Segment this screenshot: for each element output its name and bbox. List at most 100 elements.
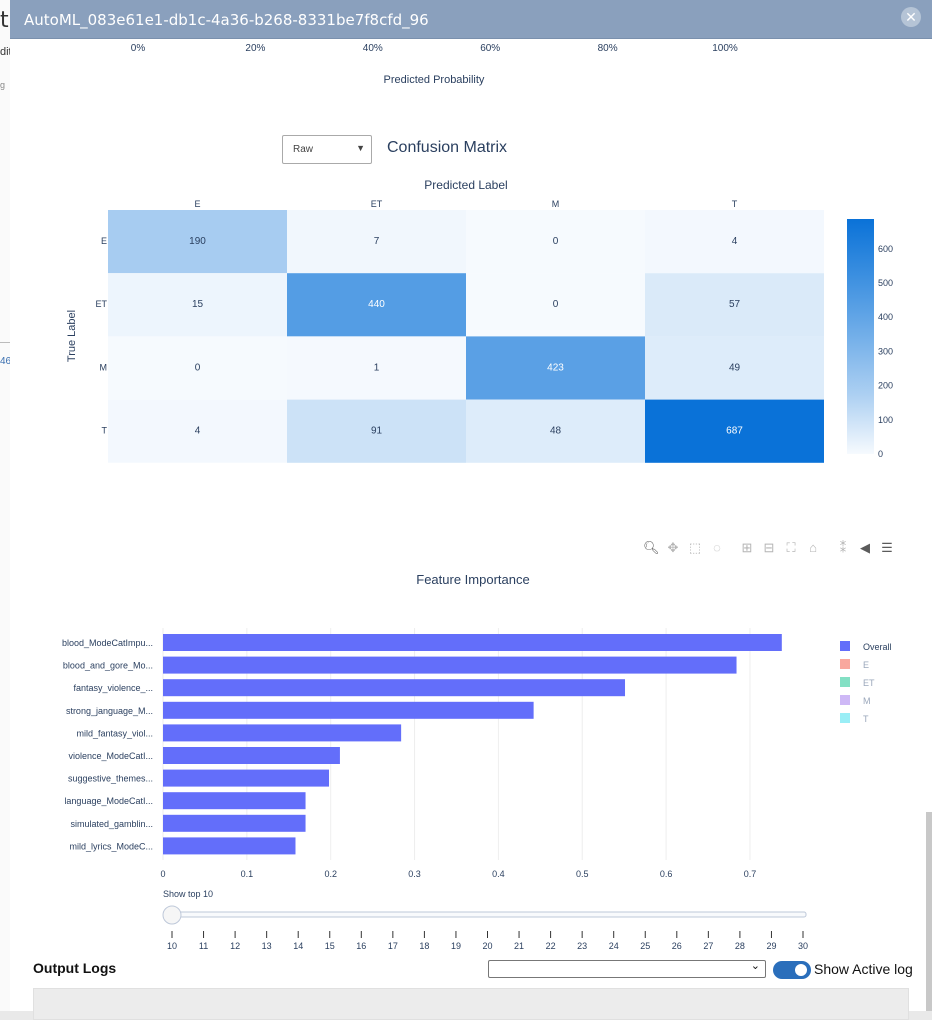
- feature-bar: [163, 656, 737, 674]
- background-text: g: [0, 80, 6, 90]
- slider-tick-label: 22: [546, 941, 556, 950]
- slider-tick-label: 29: [766, 941, 776, 950]
- pan-icon[interactable]: ✥: [665, 540, 681, 556]
- colorbar-tick-label: 0: [878, 449, 883, 459]
- autoscale-icon[interactable]: ⛶: [783, 540, 799, 556]
- feature-bar: [163, 837, 296, 855]
- legend-swatch: [840, 659, 850, 669]
- zoom-icon[interactable]: 🔍︎: [643, 540, 660, 556]
- feature-category-label: blood_and_gore_Mo...: [63, 661, 153, 671]
- confusion-x-title: Predicted Label: [424, 178, 507, 192]
- feature-category-label: strong_janguage_M...: [66, 706, 153, 716]
- slider-tick-label: 14: [293, 941, 303, 950]
- slider-tick-label: 24: [609, 941, 619, 950]
- slider-tick-label: 20: [482, 941, 492, 950]
- output-logs-panel: Output Logs ⌄ Show Active log: [10, 952, 932, 1020]
- confusion-row-label: T: [102, 426, 108, 436]
- colorbar-tick-label: 200: [878, 381, 893, 391]
- legend-label: Overall: [863, 642, 892, 652]
- probability-tick-label: 60%: [480, 43, 500, 54]
- feature-bar: [163, 747, 340, 764]
- confusion-cell-value: 0: [553, 299, 559, 310]
- background-page: t dit g 46: [0, 0, 12, 1011]
- log-select[interactable]: ⌄: [488, 960, 766, 978]
- slider-tick-label: 13: [262, 941, 272, 950]
- slider-tick-label: 23: [577, 941, 587, 950]
- confusion-cell-value: 91: [371, 426, 383, 437]
- box-select-icon[interactable]: ⬚: [687, 540, 703, 556]
- feature-bar: [163, 814, 306, 832]
- slider-rail: [166, 911, 807, 918]
- feature-category-label: blood_ModeCatImpu...: [62, 638, 153, 648]
- probability-axis-title: Predicted Probability: [384, 74, 485, 86]
- feature-bar: [163, 701, 534, 719]
- slider-tick-label: 18: [419, 941, 429, 950]
- toggle-knob: [795, 964, 807, 976]
- confusion-cell-value: 49: [729, 362, 741, 373]
- slider-tick-label: 26: [672, 941, 682, 950]
- feature-category-label: violence_ModeCatI...: [68, 751, 153, 761]
- zoom-in-icon[interactable]: ⊞: [739, 540, 755, 556]
- spike-lines-icon[interactable]: ⁑: [835, 540, 851, 556]
- scrollbar[interactable]: [926, 812, 932, 1011]
- feature-importance-title: Feature Importance: [416, 572, 529, 587]
- confusion-cell-value: 15: [192, 299, 204, 310]
- feature-category-label: language_ModeCatI...: [64, 796, 153, 806]
- confusion-mode-dropdown[interactable]: Raw ▼: [282, 135, 372, 164]
- feature-x-tick-label: 0.2: [324, 869, 337, 879]
- legend-swatch: [840, 641, 850, 651]
- confusion-cell-value: 7: [374, 236, 380, 247]
- confusion-row-label: ET: [95, 299, 107, 309]
- feature-bar: [163, 724, 402, 742]
- feature-x-tick-label: 0.5: [576, 869, 589, 879]
- slider-handle[interactable]: [162, 905, 182, 925]
- show-active-log-toggle[interactable]: [773, 961, 811, 979]
- slider-tick-label: 27: [703, 941, 713, 950]
- confusion-cell-value: 440: [368, 299, 385, 310]
- confusion-cell-value: 190: [189, 236, 206, 247]
- colorbar-tick-label: 100: [878, 415, 893, 425]
- feature-bar: [163, 634, 782, 651]
- legend-swatch: [840, 677, 850, 687]
- confusion-y-title: True Label: [66, 310, 78, 362]
- colorbar-tick-label: 400: [878, 312, 893, 322]
- legend-label: T: [863, 714, 869, 724]
- confusion-cell-value: 423: [547, 362, 564, 373]
- confusion-col-label: E: [194, 199, 200, 209]
- confusion-row-label: E: [101, 236, 107, 246]
- slider-tick-label: 21: [514, 941, 524, 950]
- probability-tick-label: 0%: [131, 43, 146, 54]
- chevron-down-icon: ⌄: [750, 960, 760, 972]
- feature-category-label: fantasy_violence_...: [73, 683, 153, 693]
- feature-x-tick-label: 0.4: [492, 869, 505, 879]
- feature-x-tick-label: 0.1: [241, 869, 254, 879]
- hover-compare-icon[interactable]: ☰: [879, 540, 895, 556]
- slider-tick-label: 19: [451, 941, 461, 950]
- slider-tick-label: 11: [199, 941, 208, 950]
- confusion-col-label: ET: [371, 199, 383, 209]
- slider-tick-label: 15: [325, 941, 335, 950]
- lasso-select-icon[interactable]: ◌: [709, 540, 725, 556]
- colorbar-tick-label: 600: [878, 244, 893, 254]
- legend-label: M: [863, 696, 871, 706]
- slider-label: Show top 10: [163, 889, 213, 899]
- feature-x-tick-label: 0: [160, 869, 165, 879]
- zoom-out-icon[interactable]: ⊟: [761, 540, 777, 556]
- slider-tick-label: 30: [798, 941, 808, 950]
- background-divider: [0, 342, 10, 343]
- feature-bar: [163, 679, 626, 697]
- hover-closest-icon[interactable]: ◀: [857, 540, 873, 556]
- confusion-col-label: T: [732, 199, 738, 209]
- slider-tick-label: 10: [167, 941, 177, 950]
- background-text: t: [0, 8, 9, 33]
- log-output-area: [33, 988, 909, 1020]
- slider-tick-label: 28: [735, 941, 745, 950]
- feature-category-label: suggestive_themes...: [68, 774, 153, 784]
- automl-modal: AutoML_083e61e1-db1c-4a36-b268-8331be7f8…: [10, 0, 932, 1020]
- feature-bar: [163, 792, 306, 810]
- output-logs-title: Output Logs: [33, 960, 117, 976]
- confusion-cell-value: 48: [550, 426, 562, 437]
- probability-tick-label: 80%: [598, 43, 618, 54]
- slider-tick-label: 12: [230, 941, 240, 950]
- reset-axes-icon[interactable]: ⌂: [805, 540, 821, 556]
